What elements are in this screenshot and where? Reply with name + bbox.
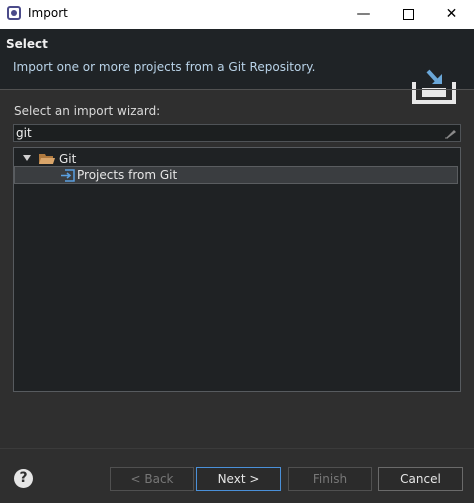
help-icon[interactable]: ? <box>14 469 33 488</box>
eclipse-app-icon <box>7 6 21 20</box>
wizard-tree[interactable]: Git Projects from Git <box>13 147 461 392</box>
cancel-button[interactable]: Cancel <box>378 467 463 491</box>
maximize-button[interactable] <box>386 0 431 29</box>
expand-toggle-icon[interactable] <box>23 155 31 161</box>
back-button[interactable]: < Back <box>110 467 194 491</box>
maximize-icon <box>403 8 414 20</box>
filter-input[interactable] <box>16 125 416 141</box>
next-button[interactable]: Next > <box>196 467 281 491</box>
header-divider <box>0 89 474 90</box>
wizard-filter-field[interactable] <box>13 124 461 142</box>
clear-filter-icon[interactable] <box>443 127 457 139</box>
wizard-header: Select Import one or more projects from … <box>0 29 474 104</box>
window-title: Import <box>28 6 68 20</box>
button-bar-divider <box>0 448 474 449</box>
page-description: Import one or more projects from a Git R… <box>13 60 316 74</box>
title-bar: Import — ✕ <box>0 0 474 29</box>
import-wizard-banner-icon <box>412 69 456 104</box>
minimize-button[interactable]: — <box>341 0 386 29</box>
tree-item-label: Projects from Git <box>77 168 178 182</box>
import-projects-icon <box>61 169 75 182</box>
import-wizard-label: Select an import wizard: <box>14 104 161 118</box>
close-button[interactable]: ✕ <box>429 0 474 29</box>
tree-item-label: Git <box>59 152 77 166</box>
finish-button[interactable]: Finish <box>288 467 372 491</box>
folder-icon <box>39 154 55 164</box>
page-title: Select <box>6 37 48 51</box>
tree-item-projects-from-git[interactable]: Projects from Git <box>14 166 458 184</box>
